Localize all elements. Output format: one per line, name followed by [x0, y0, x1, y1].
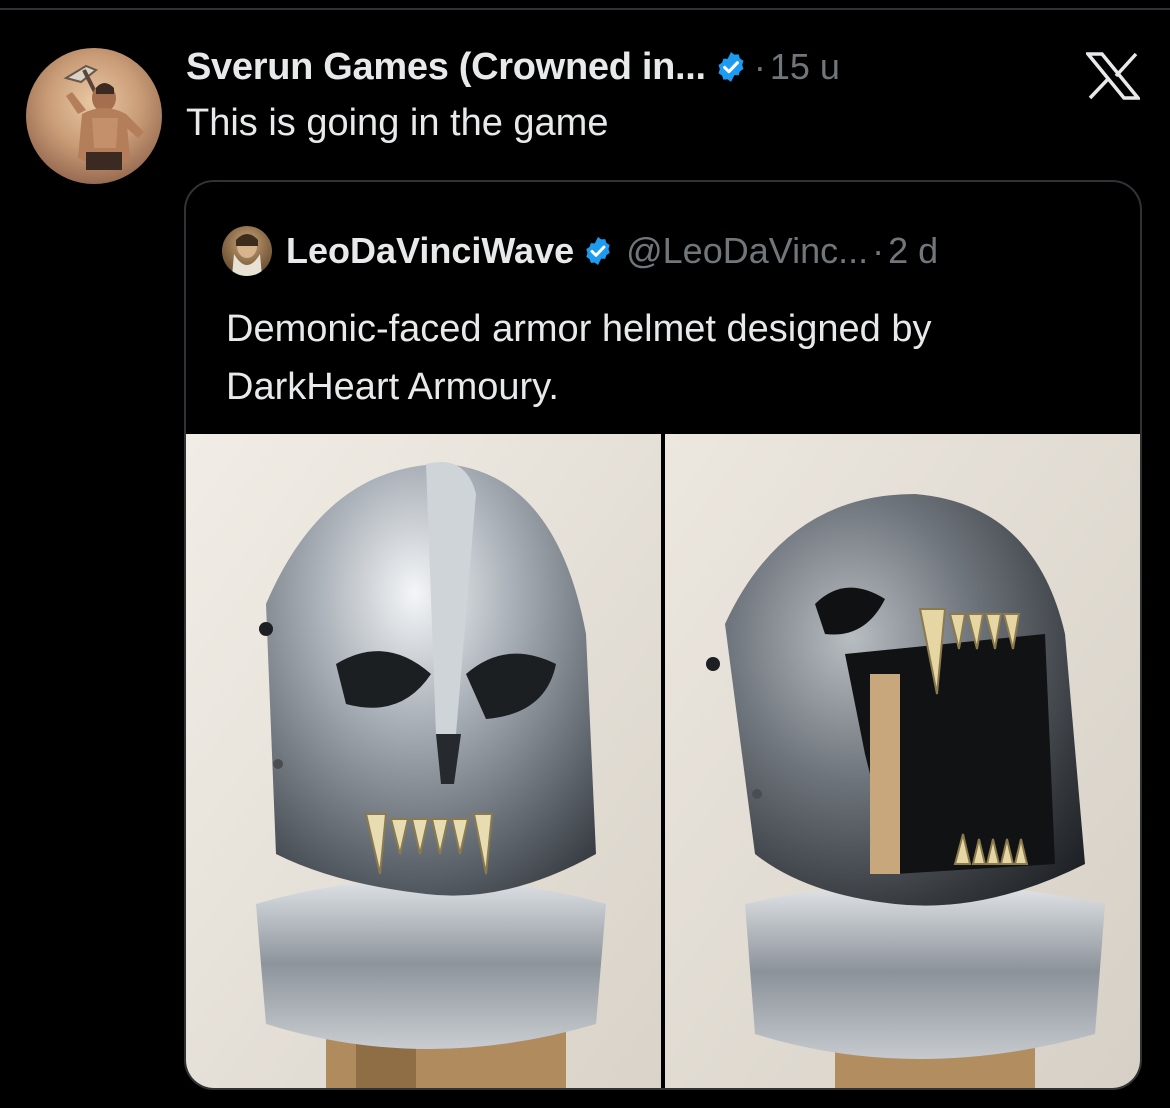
quoted-separator-dot: ·	[872, 230, 885, 271]
quoted-author-name[interactable]: LeoDaVinciWave	[286, 230, 574, 272]
quoted-tweet-card[interactable]: LeoDaVinciWave @LeoDaVinc... · 2 d Demon…	[184, 180, 1142, 1090]
warrior-avatar-image	[63, 64, 144, 170]
media-grid	[186, 434, 1140, 1088]
tweet-header: Sverun Games (Crowned in... · 15 u	[186, 42, 840, 92]
author-avatar[interactable]	[26, 48, 162, 184]
helmet-side-photo[interactable]	[665, 434, 1140, 1088]
quoted-author-handle[interactable]: @LeoDaVinc...	[626, 230, 868, 272]
quoted-text-line-2: DarkHeart Armoury.	[226, 366, 559, 408]
author-name[interactable]: Sverun Games (Crowned in...	[186, 46, 706, 89]
quoted-text-line-1: Demonic-faced armor helmet designed by	[226, 308, 932, 350]
verified-badge-icon	[714, 50, 748, 84]
tweet-time[interactable]: 15 u	[770, 46, 840, 88]
separator-dot: ·	[753, 46, 766, 87]
helmet-front-photo[interactable]	[186, 434, 661, 1088]
top-divider	[0, 8, 1170, 10]
quoted-author-avatar[interactable]	[222, 226, 272, 276]
x-logo-icon[interactable]	[1084, 52, 1142, 100]
quoted-tweet-time[interactable]: 2 d	[888, 230, 938, 272]
quoted-verified-badge-icon	[582, 235, 614, 267]
quoted-tweet-text: Demonic-faced armor helmet designed by D…	[226, 300, 1106, 416]
tweet-text: This is going in the game	[186, 102, 609, 144]
quoted-tweet-header: LeoDaVinciWave @LeoDaVinc... · 2 d	[222, 226, 938, 276]
